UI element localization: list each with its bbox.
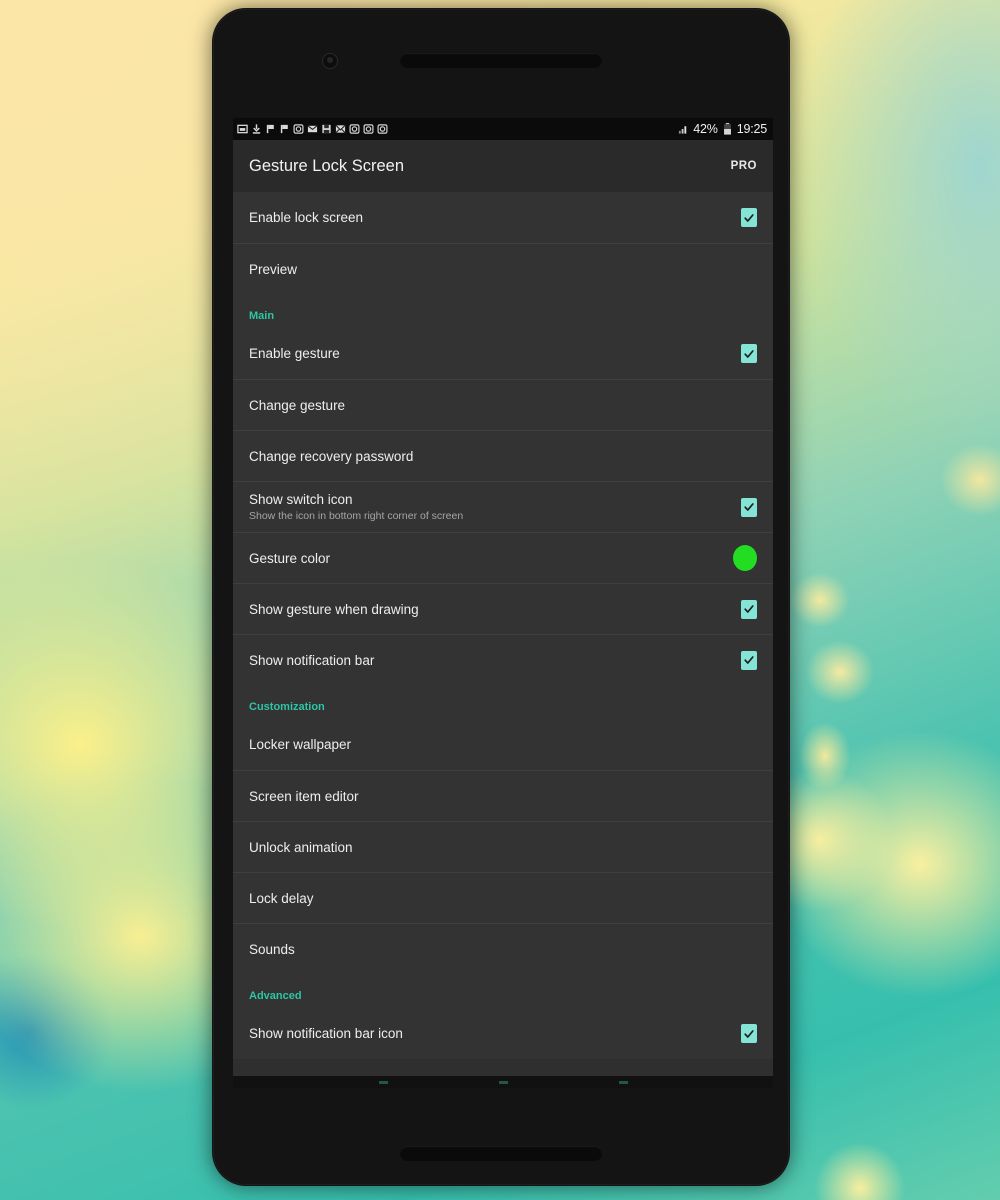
pref-text: Unlock animation — [249, 839, 353, 856]
earpiece-speaker-top — [400, 53, 602, 68]
camera-icon — [293, 124, 304, 134]
checkmark-icon — [744, 1029, 754, 1038]
status-bar: 42% 19:25 — [233, 118, 773, 140]
phone-screen: 42% 19:25 Gesture Lock Screen PRO Enable… — [233, 118, 773, 1088]
pref-text: Enable gesture — [249, 345, 340, 362]
pref-text: Sounds — [249, 941, 295, 958]
navigation-bar — [233, 1076, 773, 1088]
app-bar: Gesture Lock Screen PRO — [233, 140, 773, 192]
checkmark-icon — [744, 213, 754, 222]
pref-text: Screen item editor — [249, 788, 359, 805]
flag-icon — [280, 124, 288, 134]
pref-text: Show gesture when drawing — [249, 601, 419, 618]
pref-row-screen-item-editor[interactable]: Screen item editor — [233, 770, 773, 821]
pref-row-show-gesture-when-drawing[interactable]: Show gesture when drawing — [233, 583, 773, 634]
flag-icon — [266, 124, 274, 134]
checkbox-show-gesture-when-drawing[interactable] — [741, 599, 757, 619]
nav-back-icon[interactable] — [378, 1080, 388, 1084]
pref-text: Gesture color — [249, 550, 330, 567]
pref-text: Show notification bar icon — [249, 1025, 403, 1042]
color-swatch-gesture-color[interactable] — [733, 545, 757, 571]
screenshot-icon — [237, 124, 248, 134]
pref-title: Unlock animation — [249, 839, 353, 855]
status-bar-right: 42% 19:25 — [678, 122, 767, 136]
pref-text: Change gesture — [249, 397, 345, 414]
pref-title: Enable lock screen — [249, 210, 364, 225]
page-title: Gesture Lock Screen — [249, 156, 404, 175]
battery-percent-label: 42% — [693, 122, 718, 136]
nav-home-icon[interactable] — [498, 1080, 508, 1084]
pref-title: Enable gesture — [249, 346, 340, 361]
earpiece-speaker-bottom — [400, 1146, 602, 1161]
pref-row-locker-wallpaper[interactable]: Locker wallpaper — [233, 719, 773, 770]
pref-title: Show notification bar — [249, 652, 375, 668]
pref-row-sounds[interactable]: Sounds — [233, 923, 773, 974]
download-icon — [252, 124, 261, 134]
camera-icon — [363, 124, 374, 134]
checkbox-show-notification-bar-icon[interactable] — [741, 1024, 757, 1043]
camera-icon — [377, 124, 388, 134]
checkmark-icon — [744, 605, 754, 613]
pro-badge[interactable]: PRO — [731, 160, 757, 172]
pref-row-gesture-color[interactable]: Gesture color — [233, 532, 773, 583]
pref-text: Preview — [249, 261, 297, 278]
pref-title: Change recovery password — [249, 448, 414, 464]
pref-title: Gesture color — [249, 550, 331, 566]
pref-row-lock-delay[interactable]: Lock delay — [233, 872, 773, 923]
pref-title: Change gesture — [249, 397, 346, 413]
wallpaper-backdrop: 42% 19:25 Gesture Lock Screen PRO Enable… — [0, 0, 1000, 1200]
pref-title: Show gesture when drawing — [249, 601, 419, 617]
checkmark-icon — [744, 503, 754, 511]
pref-title: Locker wallpaper — [249, 737, 352, 752]
pref-row-show-notification-bar[interactable]: Show notification bar — [233, 634, 773, 685]
section-main: Main — [233, 294, 773, 328]
checkbox-show-switch-icon[interactable] — [741, 497, 757, 517]
pref-title: Show notification bar icon — [249, 1026, 403, 1041]
checkmark-icon — [744, 349, 754, 358]
pref-text: Show switch icon Show the icon in bottom … — [249, 491, 463, 523]
message-icon — [335, 124, 346, 134]
pref-title: Show switch icon — [249, 492, 353, 507]
pref-title: Lock delay — [249, 890, 314, 906]
checkmark-icon — [744, 656, 754, 664]
pref-title: Sounds — [249, 941, 295, 957]
section-advanced: Advanced — [233, 974, 773, 1008]
pref-row-enable-lock-screen[interactable]: Enable lock screen — [233, 192, 773, 243]
mail-icon — [307, 125, 318, 133]
pref-text: Show notification bar — [249, 652, 374, 669]
checkbox-enable-lock-screen[interactable] — [741, 208, 757, 227]
settings-list[interactable]: Enable lock screen Preview Main Enable gest… — [233, 192, 773, 1059]
pref-row-change-recovery-password[interactable]: Change recovery password — [233, 430, 773, 481]
signal-bars-icon — [679, 126, 687, 134]
camera-icon — [349, 124, 360, 134]
pref-row-enable-gesture[interactable]: Enable gesture — [233, 328, 773, 379]
pref-row-show-switch-icon[interactable]: Show switch icon Show the icon in bottom … — [233, 481, 773, 532]
save-icon — [322, 124, 331, 134]
nav-recents-icon[interactable] — [618, 1080, 628, 1084]
front-camera-icon — [322, 53, 338, 69]
pref-row-show-notification-bar-icon[interactable]: Show notification bar icon — [233, 1008, 773, 1059]
pref-text: Enable lock screen — [249, 209, 363, 226]
notification-icons — [237, 123, 388, 135]
pref-row-change-gesture[interactable]: Change gesture — [233, 379, 773, 430]
pref-title: Preview — [249, 261, 298, 277]
section-customization: Customization — [233, 685, 773, 719]
pref-text: Change recovery password — [249, 448, 413, 465]
pref-text: Lock delay — [249, 890, 314, 907]
pref-row-unlock-animation[interactable]: Unlock animation — [233, 821, 773, 872]
battery-icon — [723, 123, 731, 135]
checkbox-show-notification-bar[interactable] — [741, 650, 757, 670]
phone-device: 42% 19:25 Gesture Lock Screen PRO Enable… — [212, 8, 790, 1186]
pref-row-preview[interactable]: Preview — [233, 243, 773, 294]
clock-label: 19:25 — [736, 122, 767, 136]
pref-text: Locker wallpaper — [249, 736, 351, 753]
pref-title: Screen item editor — [249, 788, 359, 804]
checkbox-enable-gesture[interactable] — [741, 344, 757, 363]
pref-summary: Show the icon in bottom right corner of … — [249, 510, 464, 522]
